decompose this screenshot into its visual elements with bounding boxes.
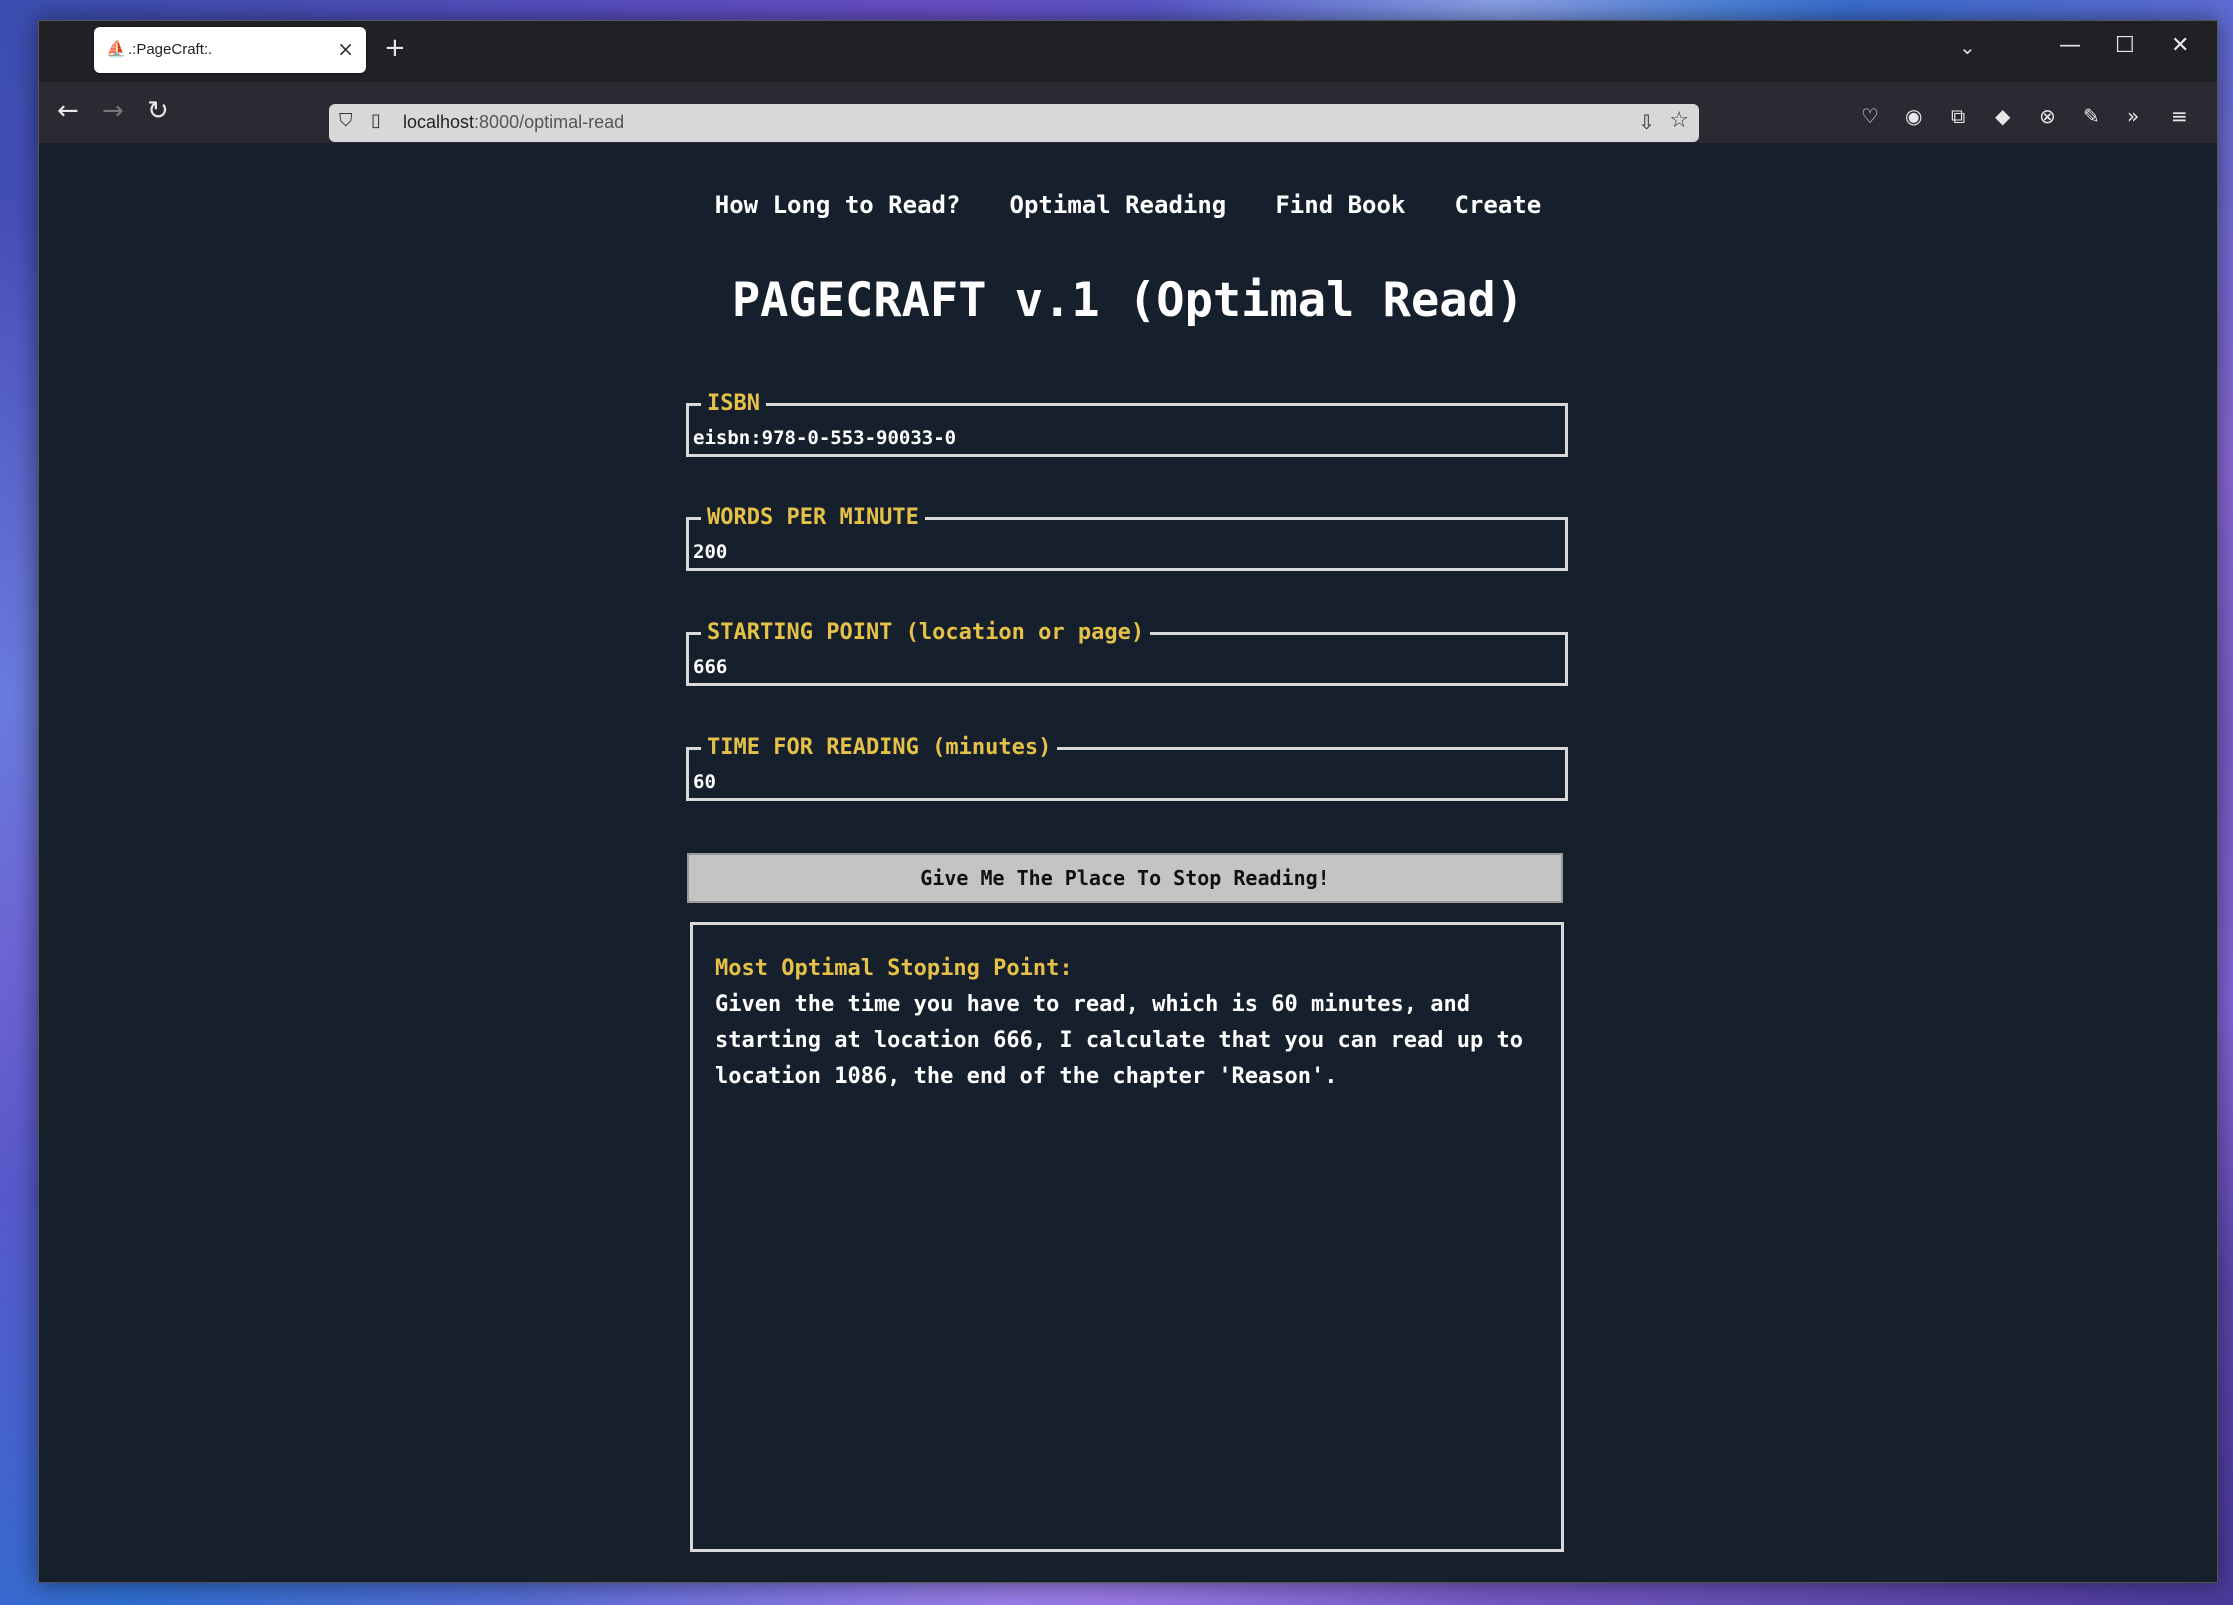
list-all-tabs-icon[interactable]: ⌄ [1959, 35, 1976, 59]
close-window-icon[interactable]: ✕ [2171, 33, 2189, 58]
result-heading: Most Optimal Stoping Point: [715, 956, 1073, 981]
address-bar[interactable]: ⛉ ▯ localhost:8000/optimal-read ⇩ ☆ [329, 104, 1699, 142]
reading-time-label: TIME FOR READING (minutes) [707, 735, 1052, 760]
starting-point-label: STARTING POINT (location or page) [707, 620, 1145, 645]
browser-toolbar: ← → ↻ ⛉ ▯ localhost:8000/optimal-read ⇩ … [39, 82, 2217, 143]
result-panel: Most Optimal Stoping Point: Given the ti… [690, 922, 1564, 1552]
wpm-label: WORDS PER MINUTE [707, 505, 919, 530]
extension-pen-icon[interactable]: ✎ [2083, 104, 2100, 128]
nav-link-optimal-reading[interactable]: Optimal Reading [1010, 191, 1227, 219]
isbn-field[interactable]: ISBN eisbn:978-0-553-90033-0 [686, 393, 1568, 457]
page-content: How Long to Read? Optimal Reading Find B… [39, 143, 2217, 1582]
reading-time-input[interactable]: 60 [693, 771, 716, 793]
page-title: PAGECRAFT v.1 (Optimal Read) [731, 273, 1525, 328]
tab-strip: ⛵ .:PageCraft:. × + ⌄ — ☐ ✕ [39, 21, 2217, 82]
wpm-field[interactable]: WORDS PER MINUTE 200 [686, 507, 1568, 571]
reading-time-field[interactable]: TIME FOR READING (minutes) 60 [686, 737, 1568, 801]
browser-tab[interactable]: ⛵ .:PageCraft:. × [94, 27, 366, 73]
nav-link-find-book[interactable]: Find Book [1275, 191, 1405, 219]
extension-gem-icon[interactable]: ◆ [1995, 104, 2010, 128]
page-icon[interactable]: ▯ [371, 110, 381, 131]
nav-link-create[interactable]: Create [1455, 191, 1542, 219]
extension-globe-icon[interactable]: ◉ [1905, 104, 1922, 128]
shield-icon[interactable]: ⛉ [339, 110, 353, 131]
tab-title: .:PageCraft:. [128, 41, 213, 58]
submit-button[interactable]: Give Me The Place To Stop Reading! [687, 853, 1563, 903]
reload-icon[interactable]: ↻ [147, 96, 169, 126]
forward-icon[interactable]: → [102, 96, 124, 126]
url-text[interactable]: localhost:8000/optimal-read [403, 112, 624, 133]
starting-point-field[interactable]: STARTING POINT (location or page) 666 [686, 622, 1568, 686]
extension-circle-icon[interactable]: ⊗ [2039, 104, 2056, 128]
more-tools-icon[interactable]: » [2127, 104, 2139, 128]
menu-icon[interactable]: ≡ [2171, 104, 2188, 128]
nav-link-how-long[interactable]: How Long to Read? [715, 191, 961, 219]
browser-window: ⛵ .:PageCraft:. × + ⌄ — ☐ ✕ ← → ↻ ⛉ ▯ lo… [38, 20, 2218, 1583]
close-tab-icon[interactable]: × [337, 37, 354, 61]
top-nav: How Long to Read? Optimal Reading Find B… [39, 191, 2217, 219]
maximize-icon[interactable]: ☐ [2115, 33, 2135, 58]
result-text: Given the time you have to read, which i… [715, 992, 1523, 1089]
extensions-puzzle-icon[interactable]: ⧉ [1951, 104, 1965, 128]
save-to-pocket-icon[interactable]: ⇩ [1638, 110, 1655, 134]
bookmark-star-icon[interactable]: ☆ [1669, 108, 1689, 133]
isbn-label: ISBN [707, 391, 760, 416]
minimize-icon[interactable]: — [2059, 33, 2081, 58]
back-icon[interactable]: ← [57, 96, 79, 126]
wpm-input[interactable]: 200 [693, 541, 727, 563]
new-tab-icon[interactable]: + [384, 33, 406, 63]
starting-point-input[interactable]: 666 [693, 656, 727, 678]
pocket-icon[interactable]: ♡ [1861, 104, 1879, 128]
favicon-icon: ⛵ [106, 39, 126, 58]
isbn-input[interactable]: eisbn:978-0-553-90033-0 [693, 427, 956, 449]
